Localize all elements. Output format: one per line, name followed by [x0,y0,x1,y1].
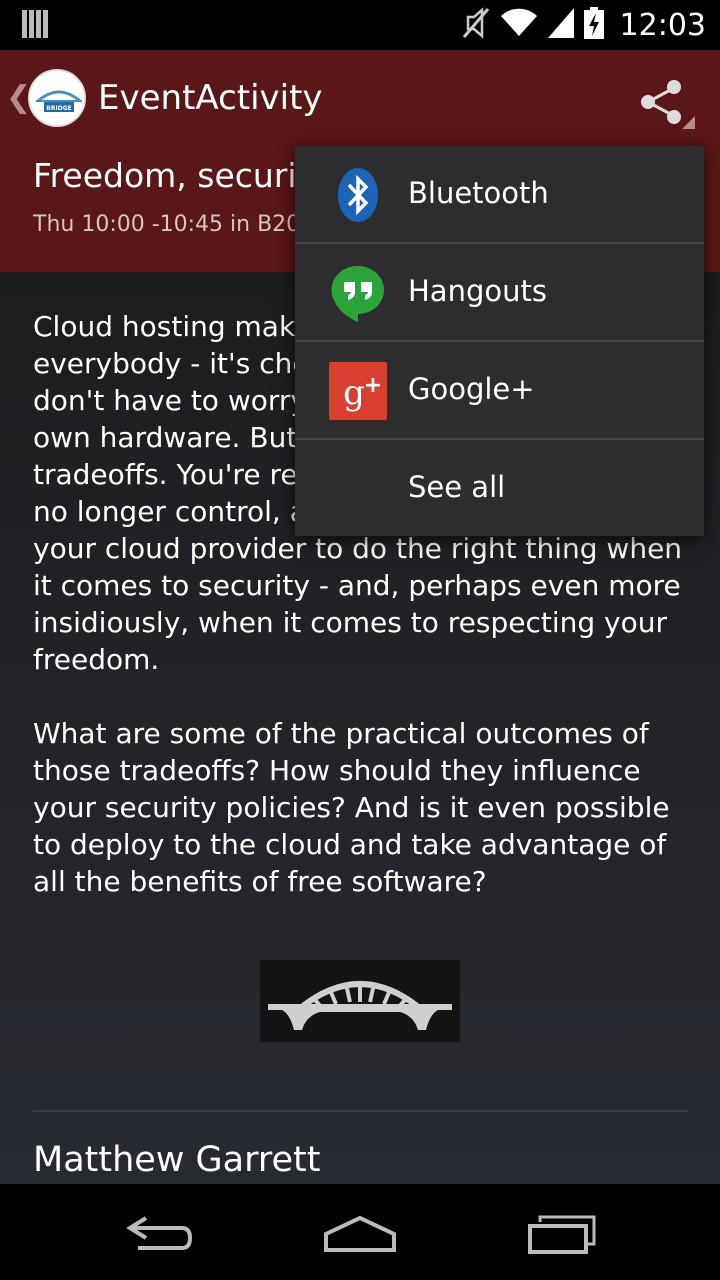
menu-item-label: Bluetooth [408,176,549,210]
app-title: EventActivity [98,78,323,118]
bridge-logo-image [260,960,460,1042]
speaker-name[interactable]: Matthew Garrett [33,1140,321,1180]
action-bar: ❮ BRIDGE EventActivity [0,50,720,150]
hangouts-icon [329,264,387,322]
menu-item-label: Google+ [408,372,535,406]
svg-text:BRIDGE: BRIDGE [46,105,71,112]
share-option-hangouts[interactable]: Hangouts [295,244,704,342]
mute-icon [462,7,490,43]
clock: 12:03 [619,7,706,43]
share-option-bluetooth[interactable]: Bluetooth [295,146,704,244]
divider [33,1110,688,1112]
google-plus-icon: g + [329,362,387,420]
signal-icon [547,8,574,42]
description-line: it comes to security - and, perhaps even… [33,569,681,602]
share-menu: Bluetooth Hangouts g + Google+ See all [295,146,704,536]
status-bar: 12:03 [0,0,720,50]
svg-text:g: g [343,373,365,413]
share-option-google-plus[interactable]: g + Google+ [295,342,704,440]
home-icon[interactable] [310,1202,410,1266]
description-paragraph-2: What are some of the practical outcomes … [33,715,693,900]
event-meta: Thu 10:00 -10:45 in B204 [33,212,315,237]
bluetooth-icon [329,166,387,224]
menu-item-label: Hangouts [408,274,547,308]
description-line: all the benefits of free software? [33,865,487,898]
description-line: those tradeoffs? How should they influen… [33,754,641,787]
app-logo[interactable]: BRIDGE [28,69,86,127]
navigation-bar [0,1184,720,1280]
notification-icon [22,10,48,42]
recents-icon[interactable] [512,1202,612,1266]
wifi-icon [500,8,538,42]
description-line: insidiously, when it comes to respecting… [33,606,668,639]
menu-item-label: See all [408,470,506,504]
back-icon[interactable] [110,1202,210,1266]
description-line: What are some of the practical outcomes … [33,717,649,750]
description-line: freedom. [33,643,160,676]
description-line: to deploy to the cloud and take advantag… [33,828,667,861]
battery-charging-icon [583,7,604,43]
description-line: your security policies? And is it even p… [33,791,670,824]
share-option-see-all[interactable]: See all [295,440,704,538]
svg-text:+: + [364,373,382,398]
overflow-indicator [682,116,695,129]
